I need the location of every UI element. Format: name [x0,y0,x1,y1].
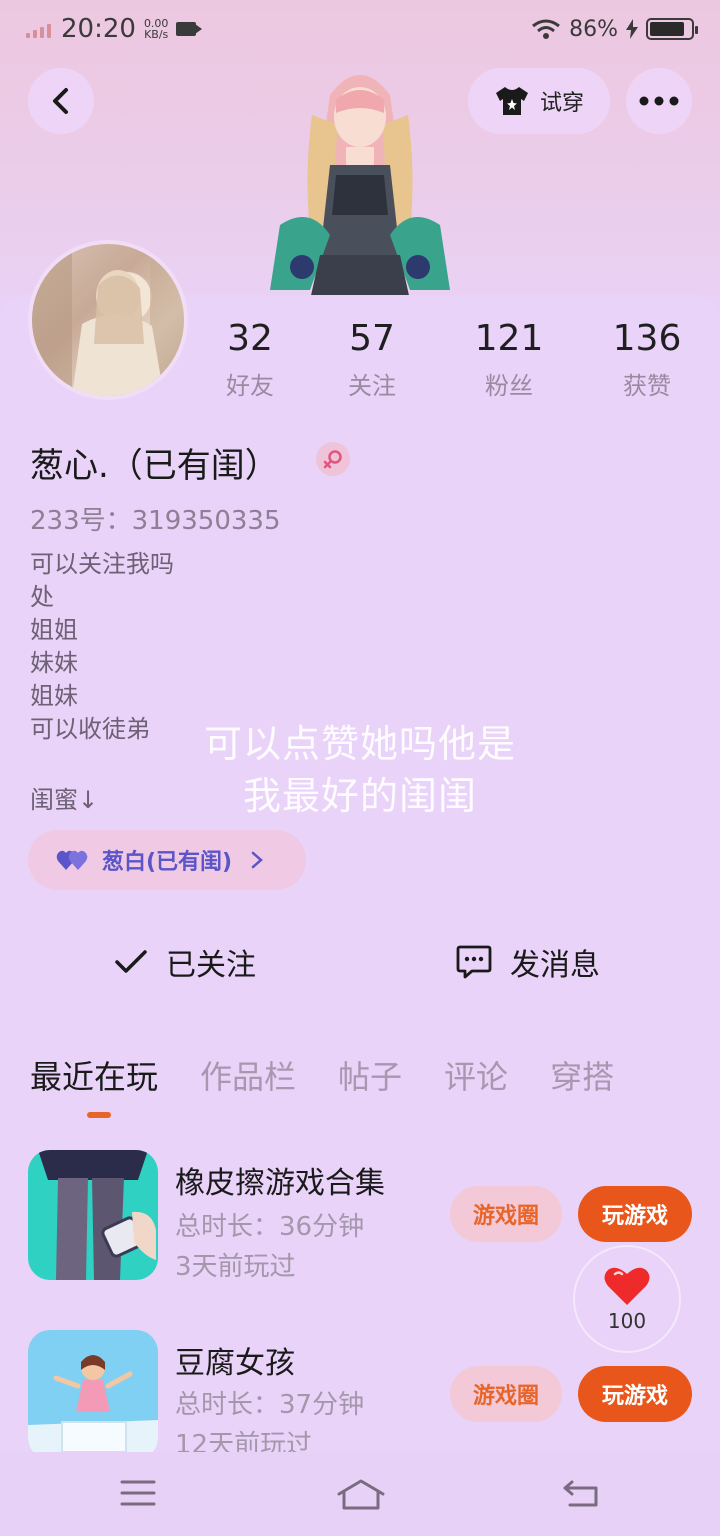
game-circle-button[interactable]: 游戏圈 [450,1366,562,1422]
battery-percent: 86% [569,16,618,42]
nickname: 葱心.（已有闺） [30,446,279,486]
bio-line: 处 [30,583,54,611]
user-id[interactable]: 233号：319350335 [30,500,281,537]
system-navigation-bar [0,1452,720,1536]
game-circle-button[interactable]: 游戏圈 [450,1186,562,1242]
chat-bubble-icon [456,945,492,979]
video-caption-overlay: 可以点赞她吗他是 我最好的闺闺 [203,722,516,818]
send-message-button[interactable]: 发消息 [456,940,600,984]
back-button[interactable] [28,68,94,134]
game-icon[interactable] [28,1330,158,1460]
battery-icon [646,18,698,40]
signal-icon [26,20,51,38]
stat-following[interactable]: 57 关注 [312,318,432,401]
charging-icon [626,19,638,39]
tab-recently-played[interactable]: 最近在玩 [30,1052,158,1098]
game-duration: 总时长：36分钟 [175,1212,365,1242]
try-on-button[interactable]: 试穿 [468,68,610,134]
bff-label: 闺蜜↓ [30,786,99,814]
bff-chip[interactable]: 葱白(已有闺) [28,830,306,890]
screen-record-icon [176,22,203,36]
stat-likes[interactable]: 136 获赞 [587,318,707,401]
stat-fans[interactable]: 121 粉丝 [449,318,569,401]
game-duration: 总时长：37分钟 [175,1390,365,1420]
double-heart-icon [56,850,88,870]
game-name: 橡皮擦游戏合集 [175,1166,385,1201]
active-tab-indicator [87,1112,111,1118]
bio-line: 可以关注我吗 [30,550,174,578]
female-icon [323,450,342,469]
status-time: 20:20 [61,14,136,44]
back-arrow-icon [53,88,68,114]
female-gender-icon [316,442,350,476]
stat-friends[interactable]: 32 好友 [190,318,310,401]
try-on-label: 试穿 [539,91,584,116]
play-game-button[interactable]: 玩游戏 [578,1186,692,1242]
tab-posts[interactable]: 帖子 [338,1052,402,1098]
following-button[interactable]: 已关注 [114,940,256,984]
checkmark-icon [115,950,147,973]
avatar-image [32,244,184,396]
bio-line: 姐妹 [30,682,78,710]
bio: 可以关注我吗 处 姐姐 妹妹 姐妹 可以收徒弟 [30,548,174,746]
bio-line: 妹妹 [30,649,78,677]
game-icon[interactable] [28,1150,158,1280]
back-nav-icon[interactable] [562,1478,600,1508]
tab-comments[interactable]: 评论 [444,1052,508,1098]
more-icon [639,96,679,106]
more-options-button[interactable] [626,68,692,134]
status-bar: 20:20 0.00 KB/s 86% [0,0,720,58]
game-last-played: 3天前玩过 [175,1252,296,1282]
tab-outfits[interactable]: 穿搭 [550,1052,614,1098]
menu-icon[interactable] [120,1478,156,1508]
bio-line: 姐姐 [30,616,78,644]
floating-like-button[interactable]: 100 [573,1245,681,1353]
game-name: 豆腐女孩 [175,1346,295,1381]
3d-avatar-figure[interactable] [250,55,470,300]
home-icon[interactable] [336,1478,386,1512]
profile-tabs: 最近在玩 作品栏 帖子 评论 穿搭 [30,1052,614,1098]
tshirt-icon [495,87,528,115]
like-count: 100 [607,1309,647,1333]
play-game-button[interactable]: 玩游戏 [578,1366,692,1422]
bff-chip-label: 葱白(已有闺) [102,850,233,875]
heart-icon [604,1267,650,1305]
network-speed: 0.00 KB/s [143,17,169,41]
tab-works[interactable]: 作品栏 [200,1052,296,1098]
wifi-icon [532,19,561,39]
bio-line: 可以收徒弟 [30,715,150,743]
avatar[interactable] [28,240,188,400]
chevron-right-icon [251,851,264,869]
